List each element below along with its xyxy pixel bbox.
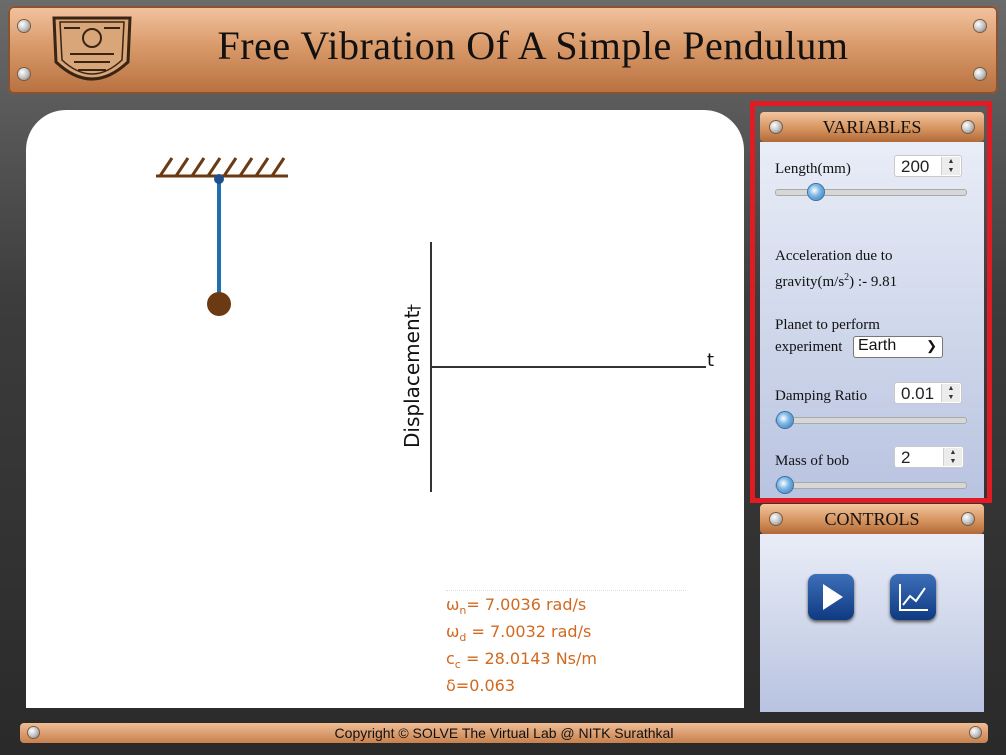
planet-select[interactable]: Earth ❯ [853, 336, 943, 358]
variables-title: VARIABLES [822, 117, 922, 137]
chevron-down-icon: ❯ [926, 338, 937, 353]
screw-icon [970, 727, 981, 738]
critical-damping: cc = 28.0143 Ns/m [446, 649, 597, 672]
screw-icon [28, 727, 39, 738]
mass-stepper-arrows[interactable]: ▲ ▼ [943, 448, 962, 466]
screw-icon [770, 121, 782, 133]
play-button[interactable] [808, 574, 854, 620]
mass-label: Mass of bob [775, 453, 850, 469]
ceiling-support [156, 157, 288, 178]
mass-value: 2 [901, 448, 911, 467]
play-icon [823, 584, 843, 610]
copyright-text: Copyright © SOLVE The Virtual Lab @ NITK… [334, 725, 674, 741]
gravity-label: Acceleration due to gravity(m/s2) :- 9.8… [775, 248, 898, 290]
length-stepper-arrows[interactable]: ▲ ▼ [941, 157, 960, 175]
screw-icon [18, 68, 30, 80]
mass-stepper[interactable]: 2 ▲ ▼ [894, 446, 964, 468]
log-decrement: δ=0.063 [446, 676, 515, 695]
length-slider-track[interactable] [775, 189, 967, 196]
length-stepper[interactable]: 200 ▲ ▼ [894, 155, 962, 177]
y-axis-arrow: † [404, 304, 423, 312]
natural-frequency: ωn= 7.0036 rad/s [446, 595, 587, 618]
damping-slider-track[interactable] [775, 417, 967, 424]
results-panel: ωn= 7.0036 rad/s ωd = 7.0032 rad/s cc = … [446, 590, 686, 699]
chevron-down-icon[interactable]: ▼ [942, 393, 960, 402]
damped-frequency: ωd = 7.0032 rad/s [446, 622, 592, 645]
length-value: 200 [901, 157, 930, 176]
length-slider-knob[interactable] [808, 184, 825, 200]
mass-slider-knob[interactable] [777, 477, 793, 493]
damping-stepper-arrows[interactable]: ▲ ▼ [941, 384, 960, 402]
side-panel: VARIABLES Length(mm) 200 ▲ ▼ Acceleration… [760, 112, 984, 712]
screw-icon [974, 68, 986, 80]
chevron-up-icon[interactable]: ▲ [942, 384, 960, 393]
y-axis-label: Displacement [400, 310, 424, 448]
chevron-down-icon[interactable]: ▼ [942, 166, 960, 175]
mass-slider-track[interactable] [775, 482, 967, 489]
footer-bar: Copyright © SOLVE The Virtual Lab @ NITK… [20, 723, 988, 743]
screw-icon [962, 513, 974, 525]
screw-icon [962, 121, 974, 133]
graph-button[interactable] [890, 574, 936, 620]
page-title: Free Vibration Of A Simple Pendulum [217, 23, 849, 68]
damping-slider-knob[interactable] [777, 412, 793, 428]
chevron-up-icon[interactable]: ▲ [942, 157, 960, 166]
controls-header: CONTROLS [760, 504, 984, 534]
length-label: Length(mm) [775, 161, 851, 177]
damping-label: Damping Ratio [775, 388, 868, 404]
chevron-up-icon[interactable]: ▲ [944, 448, 962, 457]
variables-section: Length(mm) 200 ▲ ▼ Acceleration due to gr… [760, 142, 984, 502]
simulation-stage: Displacement † t ωn= 7.0036 rad/s ωd = 7… [26, 110, 744, 708]
x-axis-label: t [707, 350, 714, 371]
controls-section [760, 534, 984, 712]
damping-stepper[interactable]: 0.01 ▲ ▼ [894, 382, 962, 404]
chevron-down-icon[interactable]: ▼ [944, 457, 962, 466]
damping-value: 0.01 [901, 384, 935, 403]
screw-icon [770, 513, 782, 525]
planet-value: Earth [858, 337, 897, 354]
controls-title: CONTROLS [824, 509, 920, 529]
pivot-point [214, 174, 224, 184]
graph-icon [899, 584, 928, 611]
variables-header: VARIABLES [760, 112, 984, 142]
header-banner: Free Vibration Of A Simple Pendulum [8, 6, 998, 94]
pendulum-bob[interactable] [207, 292, 231, 316]
